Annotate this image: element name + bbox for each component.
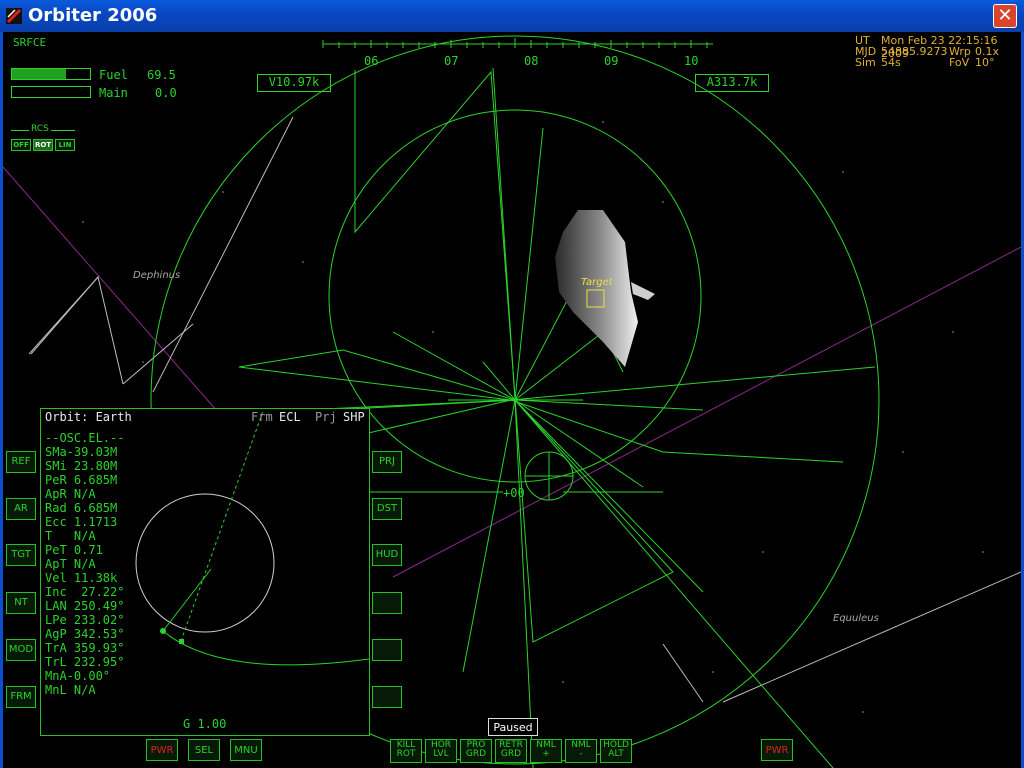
heading-tick-label: 07 bbox=[444, 54, 459, 68]
target-spacecraft bbox=[555, 210, 655, 367]
mfd-line: T N/A bbox=[45, 529, 96, 543]
mfd-line: MnL N/A bbox=[45, 683, 96, 697]
fuel-gauge-fill bbox=[12, 69, 67, 79]
fov-label: FoV bbox=[949, 56, 970, 69]
autopilot-horlvl-button[interactable]: HOR LVL bbox=[425, 739, 457, 763]
constellation-label-equuleus: Equuleus bbox=[833, 613, 879, 624]
velocity-readout: V10.97k bbox=[257, 74, 331, 92]
mfd-line: AgP 342.53° bbox=[45, 627, 125, 641]
mfd-frm-button[interactable]: FRM bbox=[6, 686, 36, 708]
button-line2: LVL bbox=[433, 749, 449, 759]
mfd-mnu-button[interactable]: MNU bbox=[230, 739, 262, 761]
mfd-dst-button[interactable]: DST bbox=[372, 498, 402, 520]
apsides-line bbox=[180, 410, 264, 642]
orbiter-logo-icon bbox=[6, 8, 22, 24]
autopilot-retrograde-button[interactable]: RETR GRD bbox=[495, 739, 527, 763]
mfd-line: PeR 6.685M bbox=[45, 473, 118, 487]
rcs-rot-button[interactable]: ROT bbox=[33, 139, 53, 151]
mfd-blank-button[interactable] bbox=[372, 686, 402, 708]
radius-vector bbox=[162, 568, 212, 632]
button-line2: GRD bbox=[500, 749, 522, 759]
mfd-blank-button[interactable] bbox=[372, 639, 402, 661]
mfd-ref-button[interactable]: REF bbox=[6, 451, 36, 473]
orbit-mfd: Orbit: Earth Frm ECL Prj SHP --OSC.EL.--… bbox=[40, 408, 370, 736]
mfd-line: SMi 23.80M bbox=[45, 459, 118, 473]
heading-tick-label: 10 bbox=[684, 54, 699, 68]
mfd-line: MnA-0.00° bbox=[45, 669, 111, 683]
fuel-label: Fuel bbox=[99, 68, 128, 82]
heading-tick-label: 06 bbox=[364, 54, 379, 68]
mfd-nt-button[interactable]: NT bbox=[6, 592, 36, 614]
close-icon: ✕ bbox=[997, 5, 1013, 26]
planet-outline bbox=[135, 493, 275, 633]
mfd-prj-button[interactable]: PRJ bbox=[372, 451, 402, 473]
heading-tick-label: 08 bbox=[524, 54, 539, 68]
mfd-line: --OSC.EL.-- bbox=[45, 431, 125, 445]
rcs-label: RCS bbox=[29, 124, 51, 134]
hud-mode: SRFCE bbox=[13, 36, 47, 49]
paused-indicator: Paused bbox=[488, 718, 538, 736]
mfd-ar-button[interactable]: AR bbox=[6, 498, 36, 520]
mfd-line: TrL 232.95° bbox=[45, 655, 125, 669]
right-mfd-pwr-button[interactable]: PWR bbox=[761, 739, 793, 761]
button-line2: - bbox=[579, 749, 583, 759]
main-thrust-label: Main bbox=[99, 86, 128, 100]
autopilot-normal-minus-button[interactable]: NML - bbox=[565, 739, 597, 763]
mfd-footer: G 1.00 bbox=[183, 717, 227, 731]
autopilot-normal-plus-button[interactable]: NML + bbox=[530, 739, 562, 763]
window-title: Orbiter 2006 bbox=[28, 5, 158, 26]
simulation-viewport[interactable]: 06 07 08 09 10 SRFCE V10.97k A313.7k +00… bbox=[3, 32, 1021, 768]
rcs-off-button[interactable]: OFF bbox=[11, 139, 31, 151]
heading-tick-label: 09 bbox=[604, 54, 619, 68]
mfd-line: Vel 11.38k bbox=[45, 571, 118, 585]
heading-tape-ticks bbox=[322, 38, 708, 48]
sim-label: Sim bbox=[855, 56, 876, 69]
fov-value: 10° bbox=[975, 56, 995, 69]
pitch-ladder-label: +00 bbox=[503, 486, 525, 500]
mfd-line: LPe 233.02° bbox=[45, 613, 125, 627]
button-line2: + bbox=[542, 749, 550, 759]
fuel-gauge bbox=[11, 68, 91, 80]
ship-position-marker bbox=[160, 628, 166, 634]
mfd-mod-button[interactable]: MOD bbox=[6, 639, 36, 661]
mfd-line: TrA 359.93° bbox=[45, 641, 125, 655]
button-line2: ALT bbox=[608, 749, 624, 759]
mfd-line: ApT N/A bbox=[45, 557, 96, 571]
altitude-readout: A313.7k bbox=[695, 74, 769, 92]
mfd-line: Inc 27.22° bbox=[45, 585, 125, 599]
mfd-line: Ecc 1.1713 bbox=[45, 515, 118, 529]
mfd-line: SMa-39.03M bbox=[45, 445, 118, 459]
autopilot-holdalt-button[interactable]: HOLD ALT bbox=[600, 739, 632, 763]
autopilot-killrot-button[interactable]: KILL ROT bbox=[390, 739, 422, 763]
main-thrust-value: 0.0 bbox=[155, 86, 177, 100]
mfd-hud-button[interactable]: HUD bbox=[372, 544, 402, 566]
orbiter-window: Orbiter 2006 ✕ 06 07 08 09 10 SRFCE V10.… bbox=[0, 0, 1024, 768]
mfd-tgt-button[interactable]: TGT bbox=[6, 544, 36, 566]
mfd-pwr-button[interactable]: PWR bbox=[146, 739, 178, 761]
mfd-blank-button[interactable] bbox=[372, 592, 402, 614]
constellation-label-delphinus: Dephinus bbox=[133, 270, 181, 281]
mfd-line: PeT 0.71 bbox=[45, 543, 103, 557]
orbit-trajectory bbox=[162, 630, 369, 666]
sim-value: 54s bbox=[881, 56, 901, 69]
ecliptic-line bbox=[392, 246, 1021, 578]
close-button[interactable]: ✕ bbox=[993, 4, 1017, 28]
periapsis-marker bbox=[179, 639, 184, 644]
target-label: Target bbox=[581, 277, 613, 288]
autopilot-prograde-button[interactable]: PRO GRD bbox=[460, 739, 492, 763]
main-thrust-gauge bbox=[11, 86, 91, 98]
mfd-line: Rad 6.685M bbox=[45, 501, 118, 515]
title-bar[interactable]: Orbiter 2006 ✕ bbox=[0, 0, 1024, 32]
fuel-value: 69.5 bbox=[147, 68, 176, 82]
button-line2: GRD bbox=[465, 749, 487, 759]
mfd-line: LAN 250.49° bbox=[45, 599, 125, 613]
mfd-line: ApR N/A bbox=[45, 487, 96, 501]
rcs-lin-button[interactable]: LIN bbox=[55, 139, 75, 151]
button-line2: ROT bbox=[396, 749, 416, 759]
mfd-sel-button[interactable]: SEL bbox=[188, 739, 220, 761]
